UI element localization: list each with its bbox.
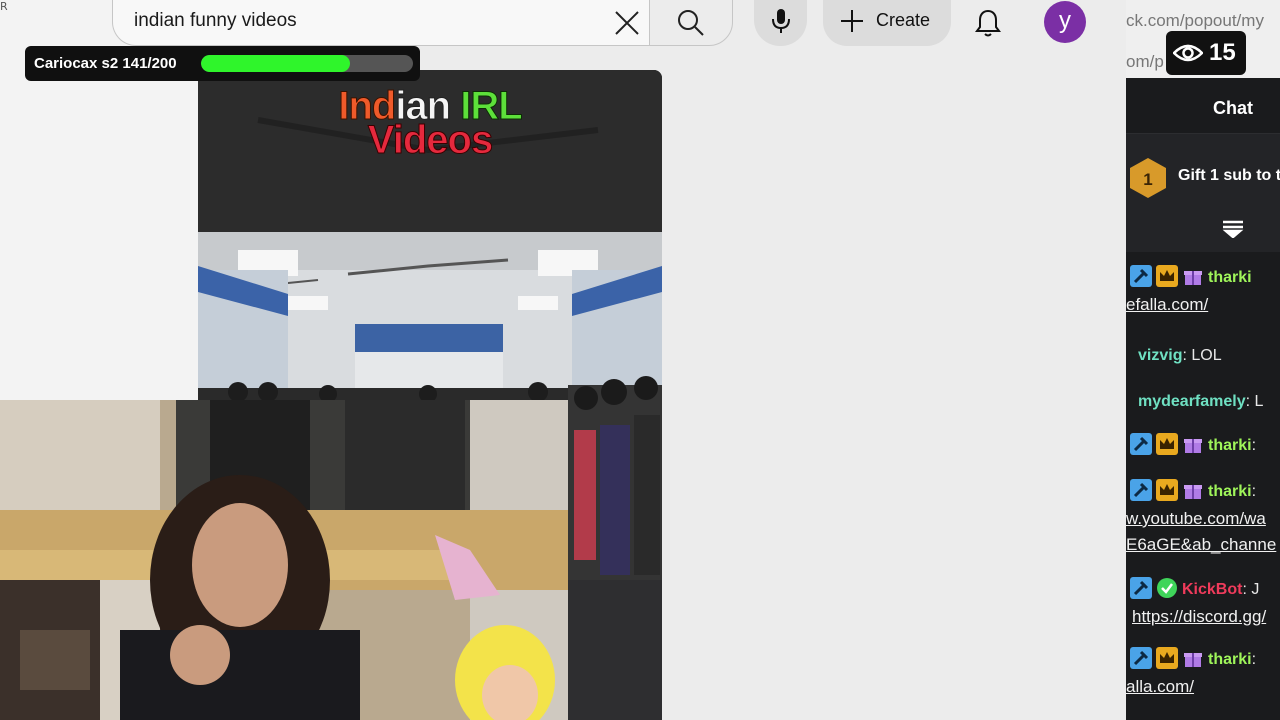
bell-icon[interactable] [974, 8, 1002, 43]
svg-text:1: 1 [1143, 170, 1152, 189]
avatar[interactable]: y [1044, 1, 1086, 43]
gift-badge-icon [1182, 265, 1204, 287]
chat-text: : LOL [1182, 347, 1222, 364]
gift-sub-banner[interactable]: 1 Gift 1 sub to t [1126, 134, 1280, 252]
progress-overlay: Cariocax s2 141/200 [25, 46, 420, 81]
gift-level-badge-icon: 1 [1130, 158, 1166, 198]
chat-panel: ck.com/popout/my om/p afro Chat 1 Gift 1… [1126, 0, 1280, 720]
chat-text: : [1251, 651, 1257, 668]
chat-message: KickBot: J https://discord.gg/ [1126, 576, 1280, 630]
mod-badge-icon [1130, 265, 1152, 287]
chat-message: tharki: alla.com/ [1126, 646, 1280, 700]
mod-badge-icon [1130, 577, 1152, 599]
voice-search-button[interactable] [754, 0, 807, 46]
microphone-icon [772, 9, 790, 33]
chat-link[interactable]: https://discord.gg/ [1132, 607, 1266, 626]
chat-message: tharki efalla.com/ [1126, 264, 1280, 318]
chat-username[interactable]: tharki [1208, 651, 1252, 668]
crown-badge-icon [1156, 479, 1178, 501]
chat-link[interactable]: alla.com/ [1126, 677, 1194, 696]
collapse-icon[interactable] [1222, 220, 1244, 238]
search-button[interactable] [649, 0, 733, 46]
crown-badge-icon [1156, 647, 1178, 669]
gift-badge-icon [1182, 433, 1204, 455]
close-icon[interactable] [612, 8, 642, 38]
progress-label: Cariocax s2 141/200 [34, 55, 177, 72]
chat-username[interactable]: KickBot [1182, 581, 1242, 598]
create-button[interactable]: Create [823, 0, 951, 46]
chat-link[interactable]: efalla.com/ [1126, 295, 1208, 314]
chat-text: : L [1245, 393, 1264, 410]
mod-badge-icon [1130, 647, 1152, 669]
chat-title: Chat [1213, 98, 1253, 118]
webcam-feed [0, 400, 568, 720]
eye-icon [1173, 44, 1203, 62]
mod-badge-icon [1130, 433, 1152, 455]
chat-message: mydearfamely: L [1126, 388, 1280, 416]
progress-fill [201, 55, 351, 72]
chat-text: : [1251, 437, 1257, 454]
chat-username[interactable]: tharki [1208, 483, 1252, 500]
chat-message: tharki: w.youtube.com/wa E6aGE&ab_channe [1126, 478, 1280, 558]
chat-link[interactable]: E6aGE&ab_channe [1126, 535, 1276, 554]
chat-username[interactable]: tharki [1208, 437, 1252, 454]
create-label: Create [876, 10, 931, 30]
crown-badge-icon [1156, 265, 1178, 287]
chat-message: vizvig: LOL [1126, 342, 1280, 370]
viewer-count: 15 [1209, 39, 1236, 66]
viewer-count-badge: 15 [1166, 31, 1246, 75]
video-title-line2: Videos [367, 118, 493, 163]
chat-link[interactable]: w.youtube.com/wa [1126, 509, 1266, 528]
crown-badge-icon [1156, 433, 1178, 455]
verify-badge-icon [1156, 577, 1178, 599]
chat-text: : J [1242, 581, 1260, 598]
chat-username[interactable]: mydearfamely [1138, 393, 1246, 410]
gift-badge-icon [1182, 647, 1204, 669]
plus-icon [841, 10, 863, 32]
search-input[interactable]: indian funny videos [134, 10, 297, 32]
chat-username[interactable]: tharki [1208, 269, 1252, 286]
search-icon [678, 10, 704, 36]
mod-badge-icon [1130, 479, 1152, 501]
chat-text: : [1251, 483, 1257, 500]
corner-glyph: R [0, 0, 8, 13]
gift-badge-icon [1182, 479, 1204, 501]
gift-sub-text: Gift 1 sub to t [1178, 167, 1280, 184]
chat-username[interactable]: vizvig [1138, 347, 1182, 364]
chat-header: Chat [1126, 82, 1280, 134]
url-text: ck.com/popout/my [1126, 11, 1264, 30]
chat-message: tharki: [1126, 432, 1280, 460]
progress-track [201, 55, 413, 72]
